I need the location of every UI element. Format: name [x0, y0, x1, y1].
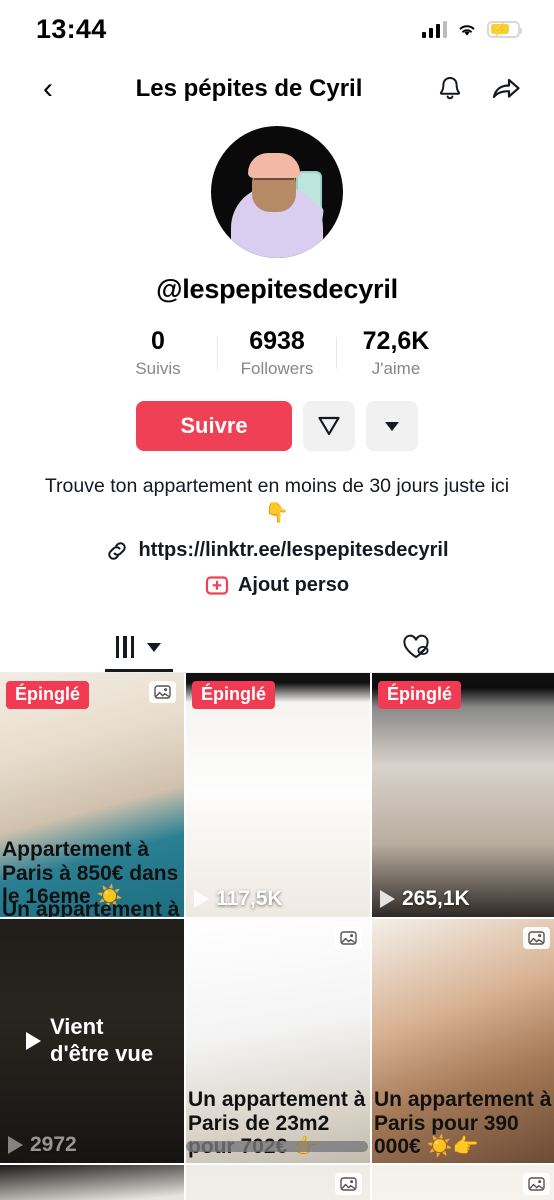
- message-button[interactable]: [303, 401, 355, 451]
- play-icon: [194, 889, 209, 908]
- photo-carousel-icon: [523, 1172, 550, 1195]
- share-button[interactable]: [486, 75, 526, 103]
- chevron-down-icon: [385, 421, 399, 431]
- stat-followers[interactable]: 6938 Followers: [218, 327, 336, 379]
- tiktok-profile-screen: 13:44 ⚡ ‹ Les pépites de Cyril @lespepit…: [0, 0, 554, 1200]
- stat-label: Followers: [240, 359, 314, 378]
- stat-value: 0: [151, 327, 165, 355]
- follow-button[interactable]: Suivre: [136, 401, 292, 451]
- more-options-button[interactable]: [366, 401, 418, 451]
- play-icon: [380, 889, 395, 908]
- play-icon: [26, 1031, 41, 1050]
- photo-carousel-icon: [523, 926, 550, 949]
- stat-value: 6938: [249, 327, 305, 355]
- chevron-left-icon: ‹: [43, 72, 53, 105]
- videos-grid-tab[interactable]: [0, 623, 277, 672]
- wifi-icon: [456, 21, 478, 38]
- profile-header: ‹ Les pépites de Cyril: [0, 58, 554, 120]
- play-icon: [8, 1135, 23, 1154]
- video-thumbnail: [0, 1164, 184, 1200]
- back-button[interactable]: ‹: [28, 74, 68, 104]
- video-tile[interactable]: Un appartement à Paris pour 390 000€ ☀️👉: [372, 918, 554, 1163]
- video-tile[interactable]: [372, 1164, 554, 1200]
- video-tile[interactable]: Épinglé 265,1K: [372, 672, 554, 917]
- pinned-badge: Épinglé: [378, 680, 462, 709]
- cellular-signal-icon: [421, 20, 447, 38]
- profile-stats: 0 Suivis 6938 Followers 72,6K J'aime: [0, 327, 554, 379]
- liked-videos-tab[interactable]: [277, 623, 554, 672]
- photo-carousel-icon: [149, 680, 176, 703]
- heart-hidden-icon: [402, 635, 429, 659]
- avatar-glasses: [254, 178, 295, 186]
- recently-viewed-overlay: Vient d'être vue: [0, 918, 184, 1163]
- grid-icon: [115, 636, 135, 659]
- page-title: Les pépites de Cyril: [135, 75, 363, 102]
- scroll-indicator[interactable]: [186, 1141, 368, 1152]
- send-message-icon: [318, 416, 340, 436]
- pinned-badge: Épinglé: [6, 680, 90, 709]
- bell-icon: [439, 76, 461, 100]
- add-instant-icon: [205, 576, 229, 595]
- view-count-value: 2972: [30, 1132, 77, 1156]
- add-perso-row[interactable]: Ajout perso: [0, 574, 554, 597]
- video-tile[interactable]: Épinglé Appartement à Paris à 850€ dans l…: [0, 672, 184, 917]
- profile-actions: Suivre: [0, 401, 554, 451]
- profile-link-text: https://linktr.ee/lespepitesdecyril: [138, 539, 449, 562]
- view-count: 265,1K: [380, 887, 470, 911]
- notification-button[interactable]: [430, 75, 470, 103]
- chevron-down-icon: [147, 642, 162, 652]
- profile-avatar[interactable]: [211, 126, 343, 258]
- video-thumbnail: [372, 672, 554, 917]
- videos-grid: Épinglé Appartement à Paris à 850€ dans l…: [0, 672, 554, 1200]
- video-tile[interactable]: Un appartement à Paris de 23m2 pour 702€…: [186, 918, 370, 1163]
- stat-likes[interactable]: 72,6K J'aime: [337, 327, 455, 379]
- photo-carousel-icon: [335, 1172, 362, 1195]
- avatar-beanie: [248, 153, 301, 178]
- photo-carousel-icon: [335, 926, 362, 949]
- share-arrow-icon: [492, 78, 520, 99]
- status-bar: 13:44 ⚡: [0, 0, 554, 58]
- view-count-value: 117,5K: [216, 886, 283, 910]
- profile-bio: Trouve ton appartement en moins de 30 jo…: [44, 475, 510, 524]
- recently-viewed-label: Vient d'être vue: [50, 1014, 154, 1066]
- status-time: 13:44: [36, 13, 107, 44]
- tab-active-underline: [104, 668, 173, 672]
- status-indicators: ⚡: [421, 20, 522, 38]
- video-caption: Un appartement à Paris pour 390 000€ ☀️👉: [374, 1088, 552, 1159]
- stat-following[interactable]: 0 Suivis: [99, 327, 217, 379]
- video-tile[interactable]: [0, 1164, 184, 1200]
- stat-value: 72,6K: [362, 327, 430, 355]
- stat-label: J'aime: [371, 359, 421, 378]
- video-tile[interactable]: Vient d'être vue 2972: [0, 918, 184, 1163]
- profile-tabs: [0, 623, 554, 673]
- profile-link-row[interactable]: https://linktr.ee/lespepitesdecyril: [0, 539, 554, 563]
- video-thumbnail: [186, 672, 370, 917]
- view-count: 2972: [8, 1133, 77, 1157]
- view-count: 117,5K: [194, 887, 283, 911]
- link-icon: [108, 542, 127, 560]
- video-caption-secondary: Un appartement à Paris style loft + terr…: [2, 898, 180, 917]
- view-count-value: 265,1K: [402, 886, 470, 910]
- pinned-badge: Épinglé: [192, 680, 276, 709]
- avatar-container[interactable]: [0, 126, 554, 258]
- video-tile[interactable]: Épinglé 117,5K: [186, 672, 370, 917]
- add-perso-label: Ajout perso: [237, 573, 350, 596]
- profile-username: @lespepitesdecyril: [156, 274, 398, 304]
- battery-charging-icon: ⚡: [487, 20, 522, 38]
- stat-label: Suivis: [135, 359, 181, 378]
- video-tile[interactable]: [186, 1164, 370, 1200]
